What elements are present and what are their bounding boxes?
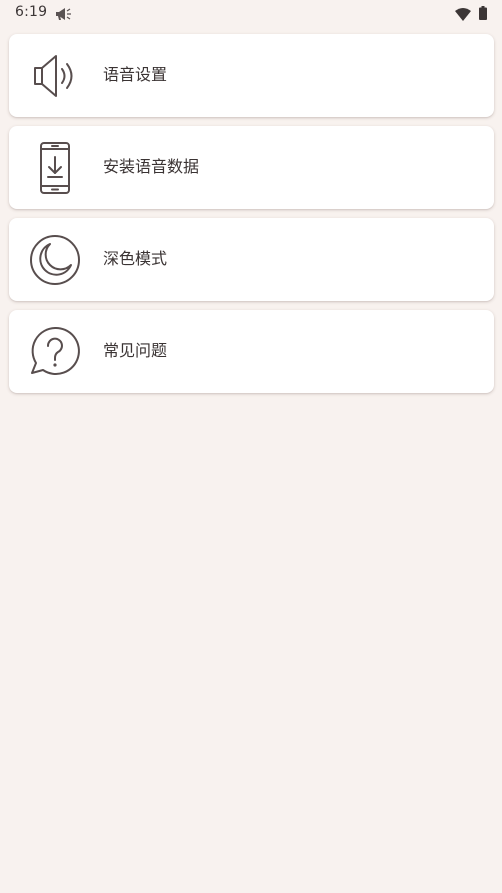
status-time: 6:19 [15,4,48,20]
status-bar: 6:19 [0,0,502,26]
phone-download-icon [29,142,81,194]
voice-settings-item[interactable]: 语音设置 [9,34,494,117]
megaphone-icon [55,6,73,20]
faq-item[interactable]: 常见问题 [9,310,494,393]
faq-label: 常见问题 [103,341,168,360]
dark-mode-item[interactable]: 深色模式 [9,218,494,301]
moon-icon [29,234,81,286]
install-voice-data-item[interactable]: 安装语音数据 [9,126,494,209]
settings-list: 语音设置 安装语音数据 深色模式 常见问题 [9,34,494,402]
wifi-icon [455,6,471,21]
battery-icon [479,5,487,20]
voice-settings-label: 语音设置 [103,65,168,84]
speaker-icon [29,50,81,102]
install-voice-data-label: 安装语音数据 [103,157,200,176]
dark-mode-label: 深色模式 [103,249,168,268]
help-bubble-icon [29,326,81,378]
